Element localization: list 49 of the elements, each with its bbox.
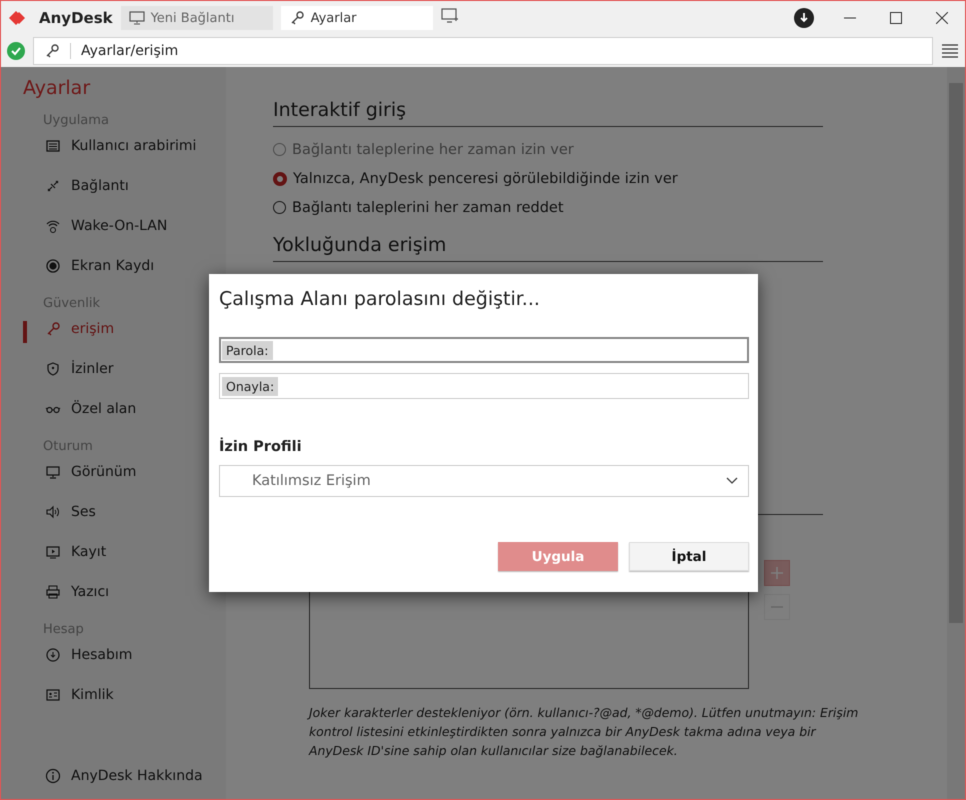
app-name: AnyDesk <box>39 9 113 27</box>
field-label: Parola: <box>222 340 272 360</box>
sidebar-item[interactable]: AnyDesk Hakkında <box>23 756 203 796</box>
download-icon <box>45 647 61 663</box>
sidebar-item[interactable]: Hesabım <box>23 635 226 675</box>
menu-icon[interactable] <box>941 43 959 59</box>
address-field[interactable]: Ayarlar/erişim <box>33 37 933 65</box>
radio-option[interactable]: Yalnızca, AnyDesk penceresi görülebildiğinde izin ver <box>273 164 947 193</box>
field-label: Onayla: <box>222 376 278 396</box>
sidebar-item[interactable]: Wake-On-LAN <box>23 206 226 246</box>
maximize-icon[interactable] <box>890 12 902 24</box>
download-icon[interactable] <box>794 8 814 28</box>
shield-icon <box>45 361 61 377</box>
dialog-title: Çalışma Alanı parolasını değiştir... <box>219 288 541 310</box>
new-tab-icon[interactable] <box>440 8 459 24</box>
close-icon[interactable] <box>936 12 948 24</box>
id-card-icon <box>45 687 61 703</box>
sidebar-item[interactable]: Ekran Kaydı <box>23 246 226 286</box>
monitor-icon <box>45 464 61 480</box>
sidebar-item[interactable]: Kimlik <box>23 675 226 715</box>
dialog-button[interactable]: İptal <box>629 542 749 571</box>
chevron-down-icon <box>726 477 738 485</box>
section-heading: Interaktif giriş <box>273 99 823 127</box>
sidebar-title: Ayarlar <box>23 77 92 99</box>
help-text: Joker karakterler destekleniyor (örn. kullanıcı-?@ad, *@demo). Lütfen unutmayın: Erişim kontrol listesini etkinleştirdikten sonra yalnızca bir AnyDesk takma adına veya bir AnyDesk ID'sine sahip olan kullanıcılar size bağlanabilecek. <box>309 704 860 760</box>
layout-icon <box>45 138 61 154</box>
plus-icon <box>771 567 783 579</box>
radio-button[interactable] <box>273 172 287 186</box>
scrollbar[interactable] <box>947 67 965 799</box>
sidebar-item[interactable]: Bağlantı <box>23 166 226 206</box>
tab[interactable]: Ayarlar <box>280 6 433 30</box>
profile-dropdown[interactable]: Katılımsız Erişim <box>219 465 749 497</box>
radio-option[interactable]: Bağlantı taleplerini her zaman reddet <box>273 193 947 222</box>
speaker-icon <box>45 504 61 520</box>
password-field[interactable]: Onayla: <box>219 373 749 399</box>
key-icon <box>45 321 61 337</box>
info-icon <box>45 768 61 784</box>
section-heading: Yokluğunda erişim <box>273 234 823 262</box>
check-icon <box>7 42 25 60</box>
record-icon <box>45 258 61 274</box>
printer-icon <box>45 584 61 600</box>
tab[interactable]: Yeni Bağlantı <box>120 6 273 30</box>
password-field[interactable]: Parola: <box>219 337 749 363</box>
profile-label: İzin Profili <box>219 439 303 455</box>
sidebar-item[interactable]: Kullanıcı arabirimi <box>23 126 226 166</box>
radio-button[interactable] <box>273 201 286 214</box>
wifi-icon <box>45 218 61 234</box>
play-icon <box>45 544 61 560</box>
monitor-icon <box>128 11 145 25</box>
